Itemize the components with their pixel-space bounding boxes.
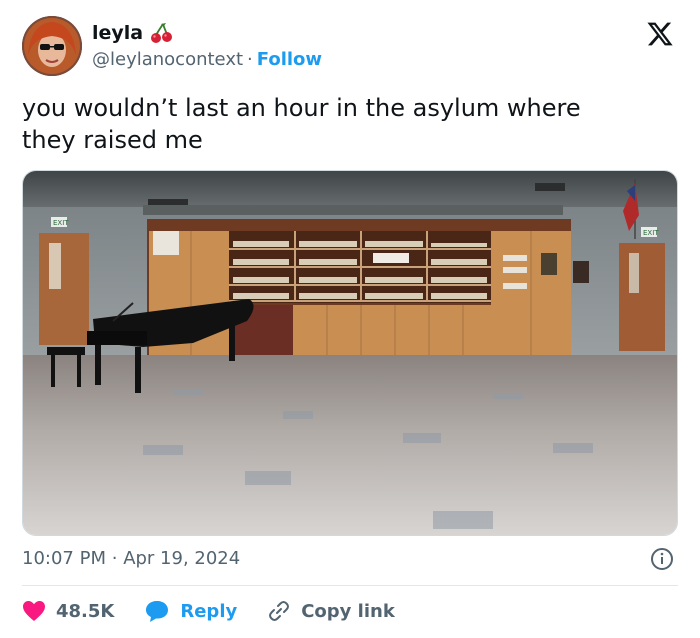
tweet-date: Apr 19, 2024 (123, 548, 241, 569)
exit-sign-right: EXIT (643, 229, 659, 237)
timestamp-separator: · (111, 548, 118, 569)
cherries-icon (149, 22, 175, 44)
reply-bubble-icon (146, 601, 169, 622)
follow-button[interactable]: Follow (257, 49, 322, 70)
x-logo-icon[interactable] (646, 20, 674, 48)
tweet-header: leyla @leylanocontext · Follow (22, 16, 682, 80)
info-icon[interactable] (650, 547, 674, 571)
divider (22, 585, 678, 586)
handle-separator: · (247, 49, 253, 70)
tweet-text-line-2: they raised me (22, 126, 203, 154)
user-handle[interactable]: @leylanocontext (92, 49, 243, 70)
reply-label: Reply (180, 600, 238, 622)
name-row: leyla (92, 22, 175, 44)
copy-link-label: Copy link (301, 600, 395, 622)
tweet-time: 10:07 PM (22, 548, 106, 569)
like-count: 48.5K (56, 600, 115, 622)
display-name[interactable]: leyla (92, 22, 143, 44)
avatar[interactable] (22, 16, 82, 76)
reply-button[interactable]: Reply (144, 599, 237, 623)
like-button[interactable]: 48.5K (22, 600, 114, 622)
tweet-text: you wouldn’t last an hour in the asylum … (22, 92, 662, 156)
copy-link-button[interactable]: Copy link (267, 599, 395, 623)
tweet-text-line-1: you wouldn’t last an hour in the asylum … (22, 94, 581, 122)
heart-icon (23, 601, 45, 621)
tweet-timestamp[interactable]: 10:07 PM · Apr 19, 2024 (22, 548, 240, 569)
action-bar: 48.5K Reply Copy link (22, 596, 425, 626)
exit-sign-left: EXIT (53, 219, 69, 227)
tweet-media-image[interactable]: EXIT EXIT (22, 170, 678, 536)
handle-row: @leylanocontext · Follow (92, 49, 322, 70)
link-icon (269, 601, 290, 621)
